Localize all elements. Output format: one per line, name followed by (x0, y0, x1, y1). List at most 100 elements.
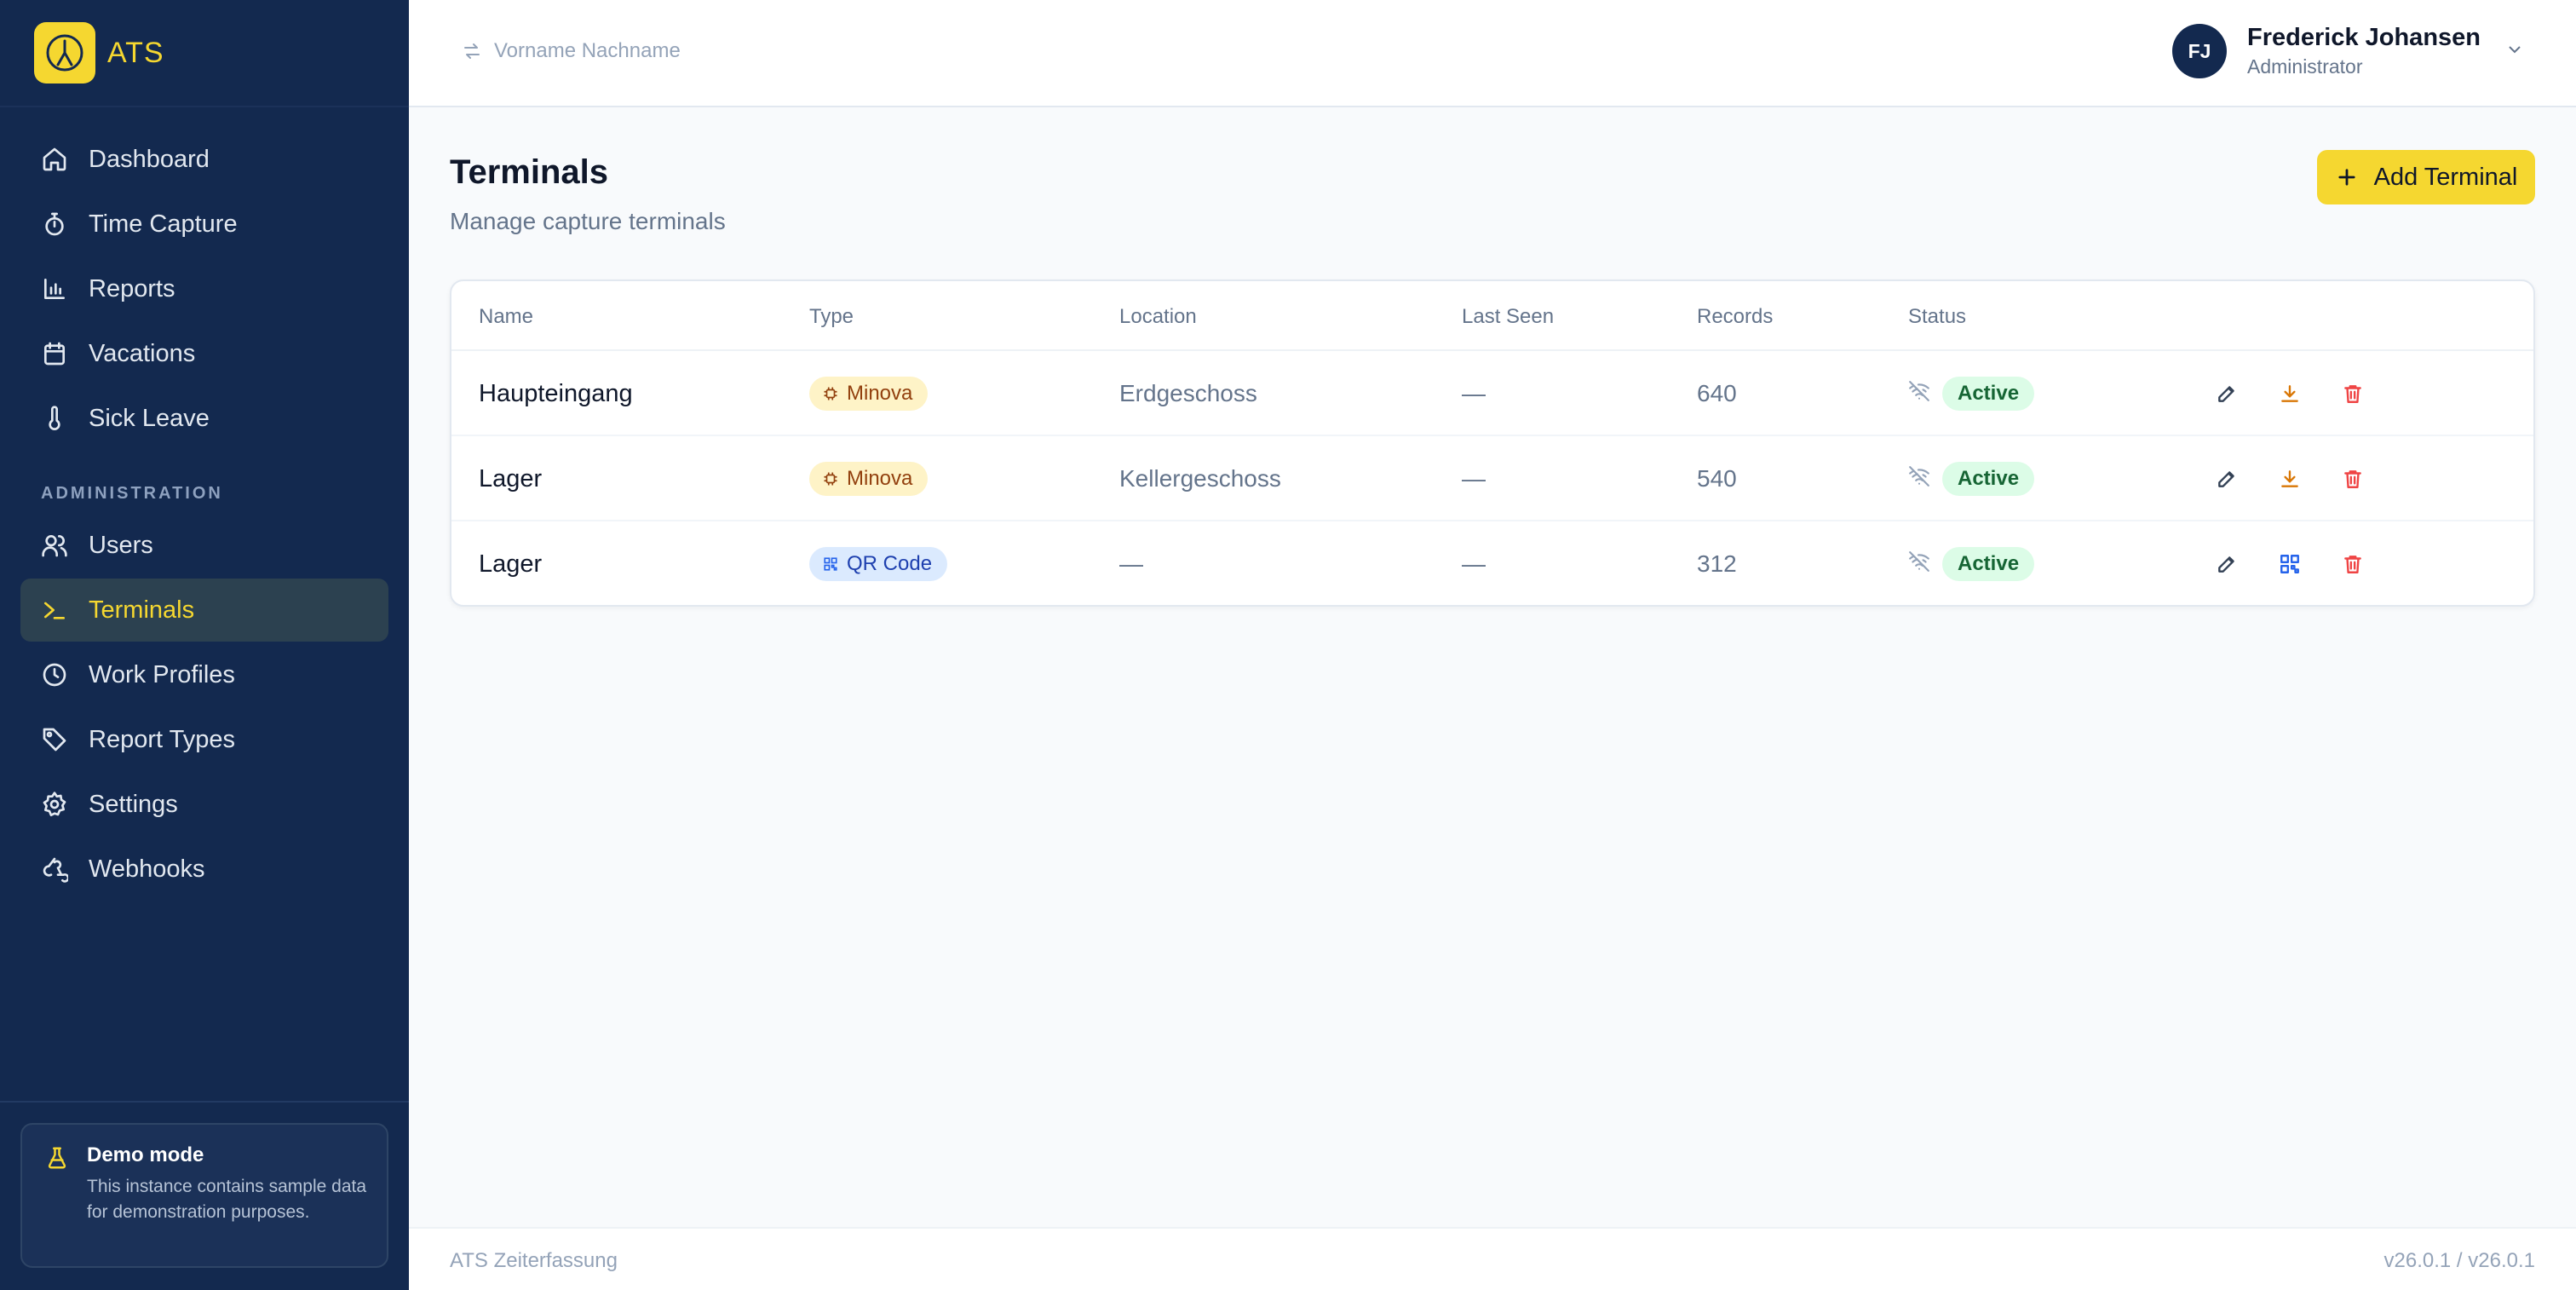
trash-icon (2344, 385, 2361, 403)
tag-icon (41, 726, 68, 753)
footer-app-name: ATS Zeiterfassung (450, 1249, 618, 1272)
user-switcher-placeholder: Vorname Nachname (494, 39, 681, 62)
qr-code-icon (824, 557, 837, 571)
sidebar: ATS Dashboard Time Capture Reports Vacat… (0, 0, 409, 1290)
sidebar-item-label: Time Capture (89, 210, 238, 238)
footer-version: v26.0.1 / v26.0.1 (2383, 1249, 2535, 1272)
thermometer-icon (41, 405, 68, 432)
download-button[interactable] (2269, 458, 2310, 499)
pencil-icon (2218, 386, 2234, 402)
edit-button[interactable] (2206, 544, 2247, 585)
status-badge: Active (1942, 462, 2035, 496)
type-label: Minova (847, 467, 913, 490)
sidebar-item-dashboard[interactable]: Dashboard (20, 128, 388, 191)
download-icon (2281, 470, 2298, 487)
status-cell: Active (1908, 521, 2035, 605)
table-row: Haupteingang Minova Erdgeschoss — 640 Ac… (451, 351, 2533, 436)
location-cell: Erdgeschoss (1119, 380, 1257, 406)
type-cell: Minova (809, 351, 929, 436)
records-cell: 640 (1697, 380, 1737, 406)
flask-icon (44, 1145, 70, 1171)
sidebar-item-label: Work Profiles (89, 660, 235, 688)
sidebar-item-label: Settings (89, 790, 178, 818)
sidebar-item-time-capture[interactable]: Time Capture (20, 193, 388, 256)
row-actions (2206, 436, 2395, 521)
sidebar-item-vacations[interactable]: Vacations (20, 322, 388, 385)
edit-button[interactable] (2206, 458, 2247, 499)
edit-button[interactable] (2206, 373, 2247, 414)
sidebar-item-label: Report Types (89, 725, 235, 753)
table-row: Lager QR Code — — 312 Active (451, 521, 2533, 605)
sidebar-item-sick-leave[interactable]: Sick Leave (20, 387, 388, 450)
page-subtitle: Manage capture terminals (450, 208, 726, 234)
stopwatch-icon (41, 210, 68, 238)
page-title: Terminals (450, 153, 608, 191)
column-header-status[interactable]: Status (1908, 305, 1966, 329)
sidebar-item-users[interactable]: Users (20, 514, 388, 577)
pencil-icon (2218, 471, 2234, 487)
row-actions (2206, 351, 2395, 436)
sidebar-item-label: Terminals (89, 596, 195, 624)
demo-title: Demo mode (87, 1143, 204, 1166)
type-label: Minova (847, 382, 913, 405)
sidebar-item-work-profiles[interactable]: Work Profiles (20, 643, 388, 706)
chevron-down-icon (2504, 39, 2525, 64)
webhook-icon (41, 855, 68, 883)
sidebar-item-terminals[interactable]: Terminals (20, 579, 388, 642)
records-cell: 540 (1697, 465, 1737, 492)
brand[interactable]: ATS (0, 0, 409, 107)
sidebar-item-label: Sick Leave (89, 404, 210, 432)
last-seen-cell: — (1462, 380, 1486, 406)
sidebar-item-reports[interactable]: Reports (20, 257, 388, 320)
status-badge: Active (1942, 547, 2035, 581)
user-menu[interactable]: FJ Frederick Johansen Administrator (2172, 24, 2525, 78)
brand-name: ATS (107, 36, 164, 69)
type-badge: QR Code (809, 547, 948, 581)
pencil-icon (2218, 556, 2234, 573)
users-icon (41, 532, 68, 559)
topbar: Vorname Nachname FJ Frederick Johansen A… (409, 0, 2576, 107)
add-terminal-button[interactable]: Add Terminal (2317, 150, 2535, 204)
chip-icon (824, 472, 837, 486)
location-cell: Kellergeschoss (1119, 465, 1281, 492)
type-cell: QR Code (809, 521, 948, 605)
plus-icon (2338, 169, 2355, 186)
status-cell: Active (1908, 351, 2035, 436)
delete-button[interactable] (2332, 373, 2373, 414)
sidebar-item-settings[interactable]: Settings (20, 773, 388, 836)
show-qr-button[interactable] (2269, 544, 2310, 585)
download-button[interactable] (2269, 373, 2310, 414)
demo-text: This instance contains sample data for d… (87, 1177, 367, 1222)
terminal-name: Lager (479, 550, 543, 578)
delete-button[interactable] (2332, 458, 2373, 499)
location-cell: — (1119, 550, 1143, 577)
wifi-off-icon (1908, 465, 1942, 493)
last-seen-cell: — (1462, 550, 1486, 577)
user-switcher[interactable]: Vorname Nachname (462, 39, 681, 63)
column-header-last-seen[interactable]: Last Seen (1462, 305, 1554, 329)
wifi-off-icon (1908, 550, 1942, 579)
column-header-records[interactable]: Records (1697, 305, 1773, 329)
download-icon (2281, 385, 2298, 402)
trash-icon (2344, 470, 2361, 488)
demo-mode-notice: Demo mode This instance contains sample … (20, 1123, 388, 1268)
sidebar-item-label: Reports (89, 274, 175, 302)
delete-button[interactable] (2332, 544, 2373, 585)
column-header-location[interactable]: Location (1119, 305, 1197, 329)
trash-icon (2344, 556, 2361, 573)
sidebar-divider (0, 1101, 409, 1103)
nav-section-administration: ADMINISTRATION (41, 484, 223, 503)
swap-icon (464, 43, 480, 59)
terminal-name: Lager (479, 464, 543, 492)
column-header-type[interactable]: Type (809, 305, 854, 329)
bar-chart-icon (41, 275, 68, 302)
sidebar-item-report-types[interactable]: Report Types (20, 708, 388, 771)
brand-logo-icon (34, 22, 95, 84)
qr-code-icon (2280, 555, 2299, 573)
wifi-off-icon (1908, 380, 1942, 408)
sidebar-item-label: Dashboard (89, 145, 210, 173)
gear-icon (41, 791, 68, 818)
avatar: FJ (2172, 24, 2227, 78)
sidebar-item-webhooks[interactable]: Webhooks (20, 838, 388, 901)
column-header-name[interactable]: Name (479, 305, 533, 329)
